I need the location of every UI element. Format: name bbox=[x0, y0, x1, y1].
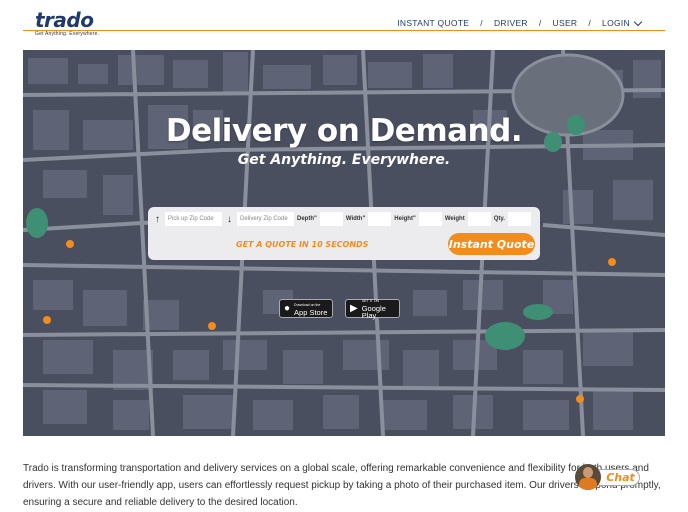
google-play-text: GET IT ON Google Play bbox=[362, 298, 395, 319]
logo[interactable]: trado Get Anything. Everywhere. bbox=[35, 10, 99, 37]
qty-label: Qty. bbox=[493, 216, 505, 222]
nav-separator: / bbox=[480, 18, 483, 28]
arrow-up-icon: ↑ bbox=[155, 213, 160, 225]
pickup-zip-input[interactable]: Pick up Zip Code bbox=[165, 212, 222, 226]
app-store-big: App Store bbox=[294, 307, 328, 317]
depth-label: Depth" bbox=[297, 216, 317, 222]
nav-driver[interactable]: DRIVER bbox=[494, 18, 528, 28]
arrow-down-icon: ↓ bbox=[227, 213, 232, 225]
instant-quote-button[interactable]: Instant Quote bbox=[448, 233, 535, 255]
weight-label: Weight bbox=[444, 216, 465, 222]
chat-widget[interactable]: Chat bbox=[575, 464, 641, 490]
quote-fields-row: ↑ Pick up Zip Code ↓ Delivery Zip Code D… bbox=[153, 212, 531, 226]
nav-user[interactable]: USER bbox=[553, 18, 578, 28]
logo-tagline: Get Anything. Everywhere. bbox=[35, 31, 100, 37]
delivery-zip-input[interactable]: Delivery Zip Code bbox=[237, 212, 294, 226]
apple-icon: ● bbox=[284, 302, 291, 314]
nav-login-label[interactable]: LOGIN bbox=[602, 18, 630, 28]
qty-input[interactable] bbox=[507, 212, 531, 226]
play-icon: ▶ bbox=[350, 302, 358, 314]
weight-input[interactable] bbox=[467, 212, 491, 226]
quote-form: ↑ Pick up Zip Code ↓ Delivery Zip Code D… bbox=[148, 207, 540, 260]
width-input[interactable] bbox=[368, 212, 392, 226]
nav-instant-quote[interactable]: INSTANT QUOTE bbox=[397, 18, 469, 28]
header-divider bbox=[23, 30, 665, 31]
depth-input[interactable] bbox=[319, 212, 343, 226]
main-nav: INSTANT QUOTE / DRIVER / USER / LOGIN bbox=[397, 17, 643, 28]
hero-section: Delivery on Demand. Get Anything. Everyw… bbox=[23, 50, 665, 436]
nav-separator: / bbox=[588, 18, 592, 28]
nav-separator: / bbox=[538, 18, 542, 28]
app-store-text: Download on the App Store bbox=[294, 302, 327, 316]
width-label: Width" bbox=[345, 216, 366, 222]
height-label: Height" bbox=[394, 216, 416, 222]
height-input[interactable] bbox=[418, 212, 442, 226]
nav-login[interactable]: LOGIN bbox=[602, 17, 643, 28]
intro-paragraph: Trado is transforming transportation and… bbox=[23, 463, 661, 508]
app-store-badge[interactable]: ● Download on the App Store bbox=[279, 299, 333, 318]
site-header: trado Get Anything. Everywhere. INSTANT … bbox=[0, 0, 688, 44]
chevron-down-icon bbox=[633, 17, 643, 26]
quote-cta-text: GET A QUOTE IN 10 SECONDS bbox=[236, 240, 369, 249]
google-play-badge[interactable]: ▶ GET IT ON Google Play bbox=[345, 298, 400, 319]
google-play-big: Google Play bbox=[361, 304, 386, 320]
hero-title: Delivery on Demand. bbox=[165, 113, 523, 149]
chat-agent-avatar bbox=[575, 464, 601, 490]
logo-wordmark: trado bbox=[35, 8, 94, 32]
hero-subtitle: Get Anything. Everywhere. bbox=[237, 152, 451, 168]
